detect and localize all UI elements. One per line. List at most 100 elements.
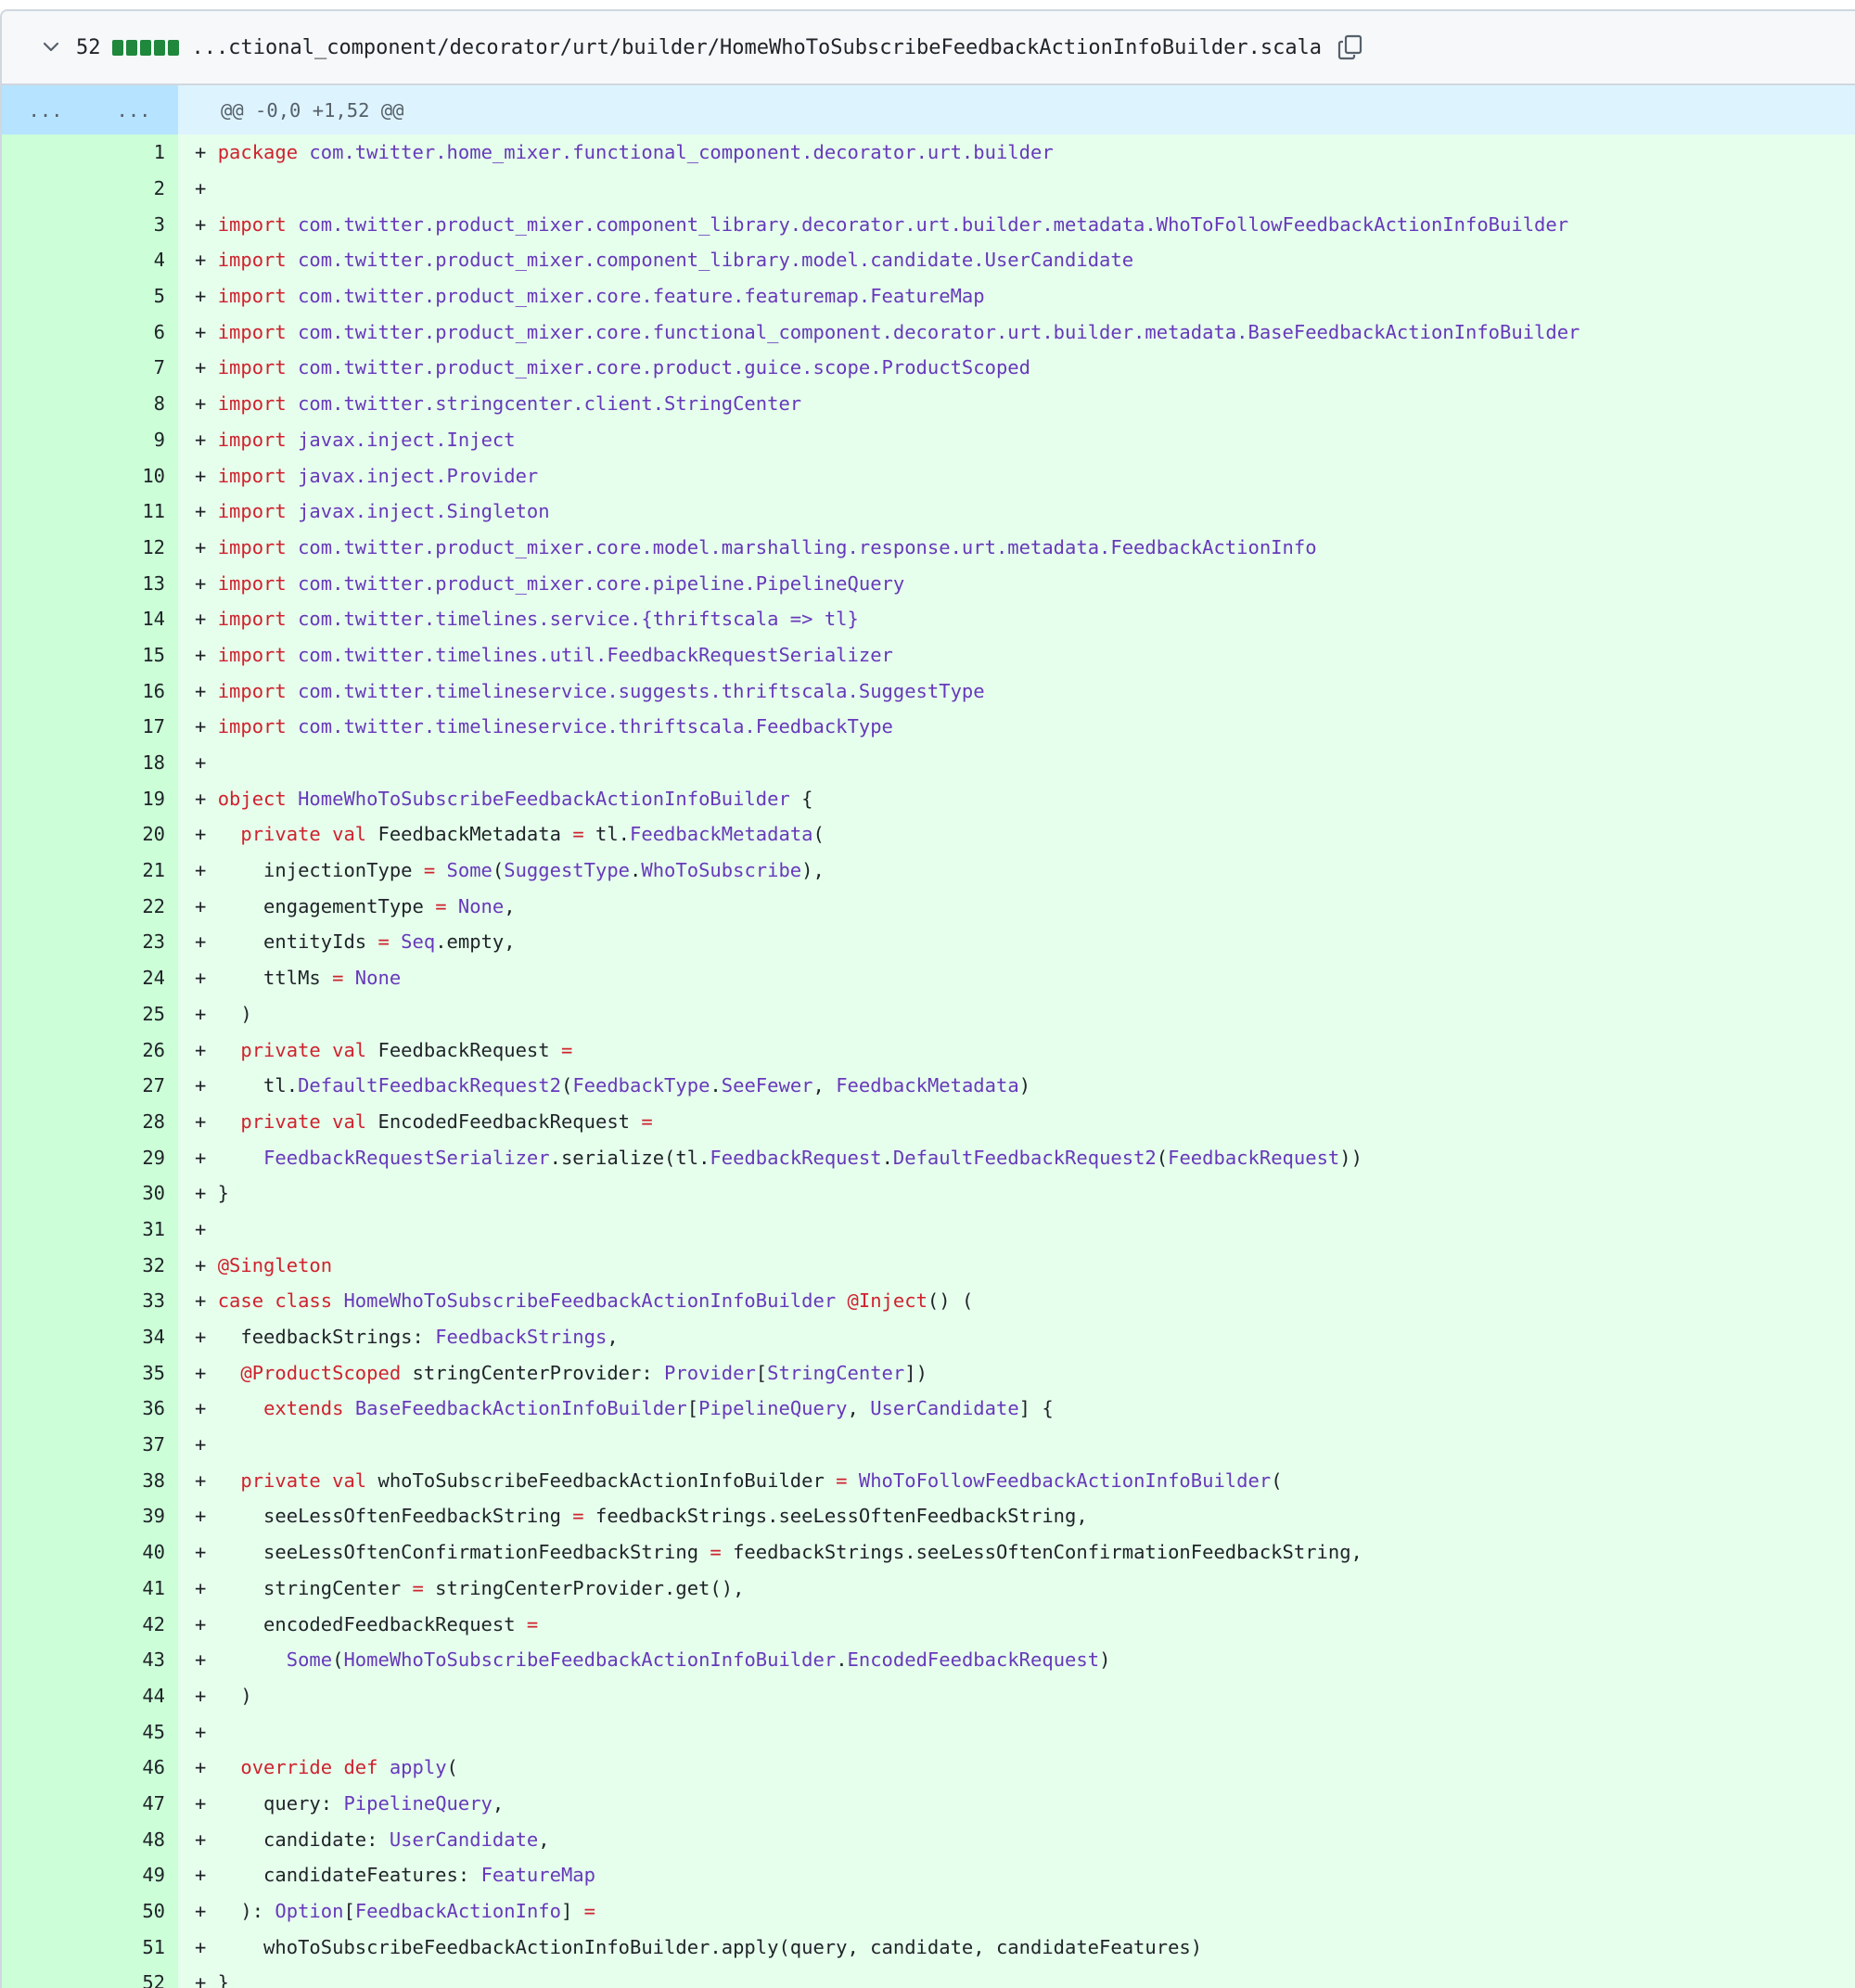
new-line-number[interactable]: 36 [74, 1391, 178, 1427]
new-line-number[interactable]: 5 [74, 277, 178, 314]
old-line-number[interactable] [2, 780, 74, 817]
old-line-number[interactable] [2, 600, 74, 637]
old-line-number[interactable] [2, 673, 74, 709]
old-line-number[interactable] [2, 242, 74, 278]
old-line-number[interactable] [2, 1892, 74, 1930]
old-line-number[interactable] [2, 1965, 74, 1988]
old-line-number[interactable] [2, 888, 74, 925]
copy-icon[interactable] [1335, 32, 1366, 63]
old-line-number[interactable] [2, 493, 74, 530]
old-line-number[interactable] [2, 421, 74, 458]
old-line-number[interactable] [2, 1606, 74, 1642]
old-line-number[interactable] [2, 457, 74, 494]
new-line-number[interactable]: 50 [74, 1892, 178, 1930]
new-line-number[interactable]: 19 [74, 780, 178, 817]
new-line-number[interactable]: 17 [74, 709, 178, 745]
old-line-number[interactable] [2, 135, 74, 171]
new-line-number[interactable]: 43 [74, 1641, 178, 1678]
new-line-number[interactable]: 6 [74, 314, 178, 351]
new-line-number[interactable]: 31 [74, 1211, 178, 1248]
old-line-number[interactable] [2, 350, 74, 386]
new-line-number[interactable]: 28 [74, 1103, 178, 1140]
old-line-number[interactable] [2, 1283, 74, 1319]
new-line-number[interactable]: 32 [74, 1247, 178, 1283]
old-line-number[interactable] [2, 1462, 74, 1499]
old-line-number[interactable] [2, 1821, 74, 1857]
old-line-number[interactable] [2, 744, 74, 781]
new-line-number[interactable]: 9 [74, 421, 178, 458]
new-line-number[interactable]: 16 [74, 673, 178, 709]
old-line-number[interactable] [2, 1139, 74, 1175]
old-line-number[interactable] [2, 1641, 74, 1678]
old-line-number[interactable] [2, 1103, 74, 1140]
new-line-number[interactable]: 42 [74, 1606, 178, 1642]
old-line-number[interactable] [2, 1426, 74, 1463]
new-line-number[interactable]: 15 [74, 636, 178, 673]
new-line-number[interactable]: 13 [74, 565, 178, 601]
new-line-number[interactable]: 48 [74, 1821, 178, 1857]
old-line-number[interactable] [2, 1498, 74, 1534]
old-line-number[interactable] [2, 1174, 74, 1212]
new-line-number[interactable]: 27 [74, 1067, 178, 1104]
new-line-number[interactable]: 46 [74, 1749, 178, 1786]
old-line-number[interactable] [2, 314, 74, 351]
new-line-number[interactable]: 44 [74, 1677, 178, 1714]
old-line-number[interactable] [2, 1247, 74, 1283]
new-line-number[interactable]: 35 [74, 1354, 178, 1392]
new-line-number[interactable]: 10 [74, 457, 178, 494]
new-line-number[interactable]: 45 [74, 1713, 178, 1750]
old-line-number[interactable] [2, 170, 74, 207]
new-line-number[interactable]: 25 [74, 995, 178, 1032]
chevron-down-icon[interactable] [37, 33, 65, 61]
old-line-number[interactable] [2, 995, 74, 1032]
new-line-number[interactable]: 37 [74, 1426, 178, 1463]
new-line-number[interactable]: 20 [74, 816, 178, 853]
new-line-number[interactable]: 12 [74, 529, 178, 566]
new-line-number[interactable]: 47 [74, 1785, 178, 1822]
old-line-number[interactable] [2, 1570, 74, 1607]
old-line-number[interactable] [2, 529, 74, 566]
old-line-number[interactable] [2, 1677, 74, 1714]
file-path[interactable]: ...ctional_component/decorator/urt/build… [192, 36, 1323, 59]
new-line-number[interactable]: 8 [74, 385, 178, 422]
new-line-number[interactable]: 40 [74, 1533, 178, 1571]
old-line-number[interactable] [2, 206, 74, 243]
old-line-number[interactable] [2, 1211, 74, 1248]
old-line-number[interactable] [2, 565, 74, 601]
expand-up-button[interactable]: ... [2, 85, 89, 135]
new-line-number[interactable]: 52 [74, 1965, 178, 1988]
new-line-number[interactable]: 26 [74, 1032, 178, 1068]
new-line-number[interactable]: 51 [74, 1929, 178, 1966]
new-line-number[interactable]: 34 [74, 1318, 178, 1355]
new-line-number[interactable]: 30 [74, 1174, 178, 1212]
new-line-number[interactable]: 2 [74, 170, 178, 207]
old-line-number[interactable] [2, 924, 74, 960]
old-line-number[interactable] [2, 1391, 74, 1427]
new-line-number[interactable]: 33 [74, 1283, 178, 1319]
old-line-number[interactable] [2, 1713, 74, 1750]
old-line-number[interactable] [2, 1067, 74, 1104]
new-line-number[interactable]: 18 [74, 744, 178, 781]
old-line-number[interactable] [2, 1749, 74, 1786]
new-line-number[interactable]: 23 [74, 924, 178, 960]
new-line-number[interactable]: 29 [74, 1139, 178, 1175]
old-line-number[interactable] [2, 277, 74, 314]
new-line-number[interactable]: 49 [74, 1857, 178, 1893]
new-line-number[interactable]: 1 [74, 135, 178, 171]
new-line-number[interactable]: 39 [74, 1498, 178, 1534]
old-line-number[interactable] [2, 1318, 74, 1355]
old-line-number[interactable] [2, 385, 74, 422]
new-line-number[interactable]: 38 [74, 1462, 178, 1499]
old-line-number[interactable] [2, 1533, 74, 1571]
old-line-number[interactable] [2, 1929, 74, 1966]
old-line-number[interactable] [2, 852, 74, 889]
new-line-number[interactable]: 21 [74, 852, 178, 889]
old-line-number[interactable] [2, 816, 74, 853]
old-line-number[interactable] [2, 1857, 74, 1893]
new-line-number[interactable]: 3 [74, 206, 178, 243]
old-line-number[interactable] [2, 1354, 74, 1392]
old-line-number[interactable] [2, 1785, 74, 1822]
new-line-number[interactable]: 11 [74, 493, 178, 530]
new-line-number[interactable]: 24 [74, 959, 178, 996]
old-line-number[interactable] [2, 1032, 74, 1068]
